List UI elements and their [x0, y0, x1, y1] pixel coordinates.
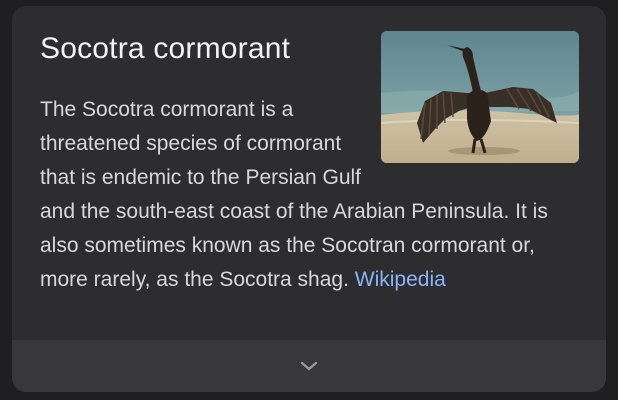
card-title: Socotra cormorant	[40, 32, 291, 65]
knowledge-card: The Socotra cormorant is a threatened sp…	[12, 6, 606, 392]
chevron-down-icon	[300, 361, 318, 371]
cormorant-image[interactable]	[381, 31, 579, 163]
card-body: The Socotra cormorant is a threatened sp…	[40, 29, 579, 297]
wikipedia-link[interactable]: Wikipedia	[355, 268, 446, 291]
expand-button[interactable]	[12, 340, 606, 392]
bird-photo-icon	[381, 31, 579, 163]
